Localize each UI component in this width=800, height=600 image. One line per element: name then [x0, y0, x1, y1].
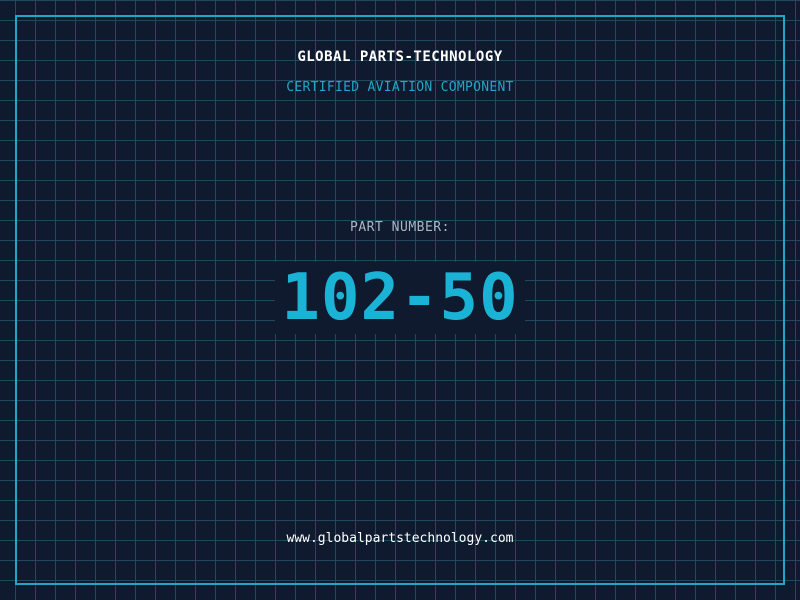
tagline: CERTIFIED AVIATION COMPONENT — [286, 80, 514, 95]
brand-name: GLOBAL PARTS-TECHNOLOGY — [297, 49, 503, 65]
part-number-container: 102-50 — [0, 262, 800, 334]
part-number-label: PART NUMBER: — [350, 220, 450, 235]
part-number-value: 102-50 — [275, 262, 525, 334]
website-url: www.globalpartstechnology.com — [286, 531, 514, 546]
